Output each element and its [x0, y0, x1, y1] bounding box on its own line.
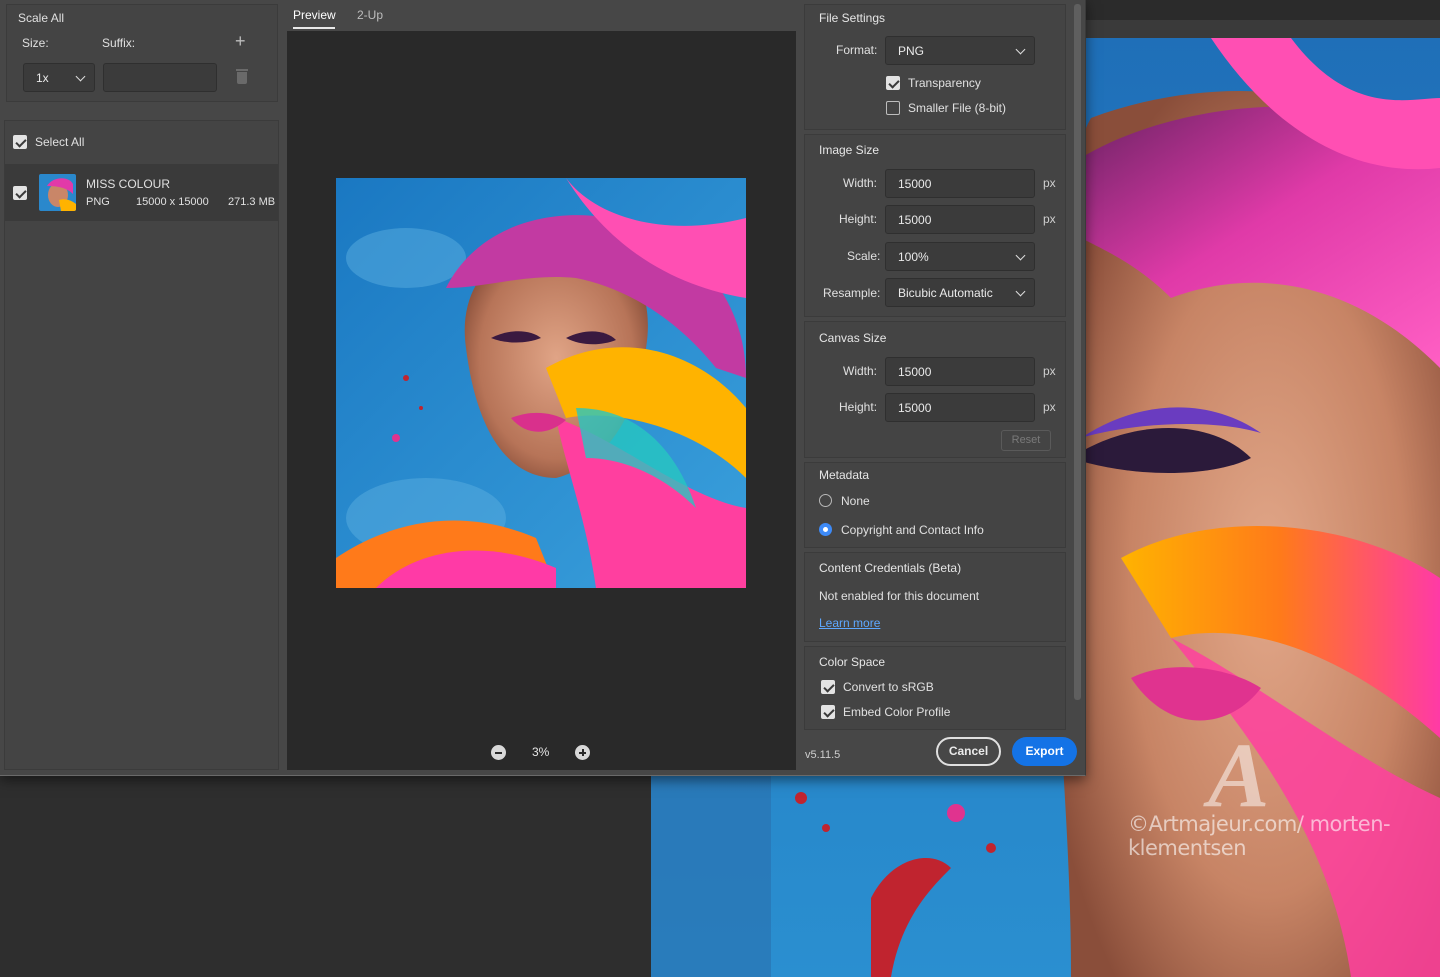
image-size-section: Image Size Width: 15000 px Height: 15000… [804, 134, 1066, 317]
metadata-copyright-radio[interactable] [819, 523, 832, 536]
resample-select-value: Bicubic Automatic [898, 286, 993, 300]
scale-panel: Scale All Size: Suffix: + 1x [6, 4, 278, 102]
transparency-label: Transparency [908, 76, 981, 90]
canvas-width-unit: px [1043, 364, 1056, 378]
scale-label: Scale: [847, 249, 881, 263]
chevron-down-icon [1015, 286, 1026, 297]
zoom-level: 3% [532, 745, 550, 759]
suffix-input[interactable] [103, 63, 217, 92]
format-select-value: PNG [898, 44, 925, 58]
format-select[interactable]: PNG [885, 36, 1035, 65]
metadata-none-label: None [841, 494, 870, 508]
zoom-out-icon[interactable] [491, 745, 506, 760]
cancel-button[interactable]: Cancel [936, 737, 1001, 766]
scale-select[interactable]: 100% [885, 242, 1035, 271]
image-height-input[interactable]: 15000 [885, 205, 1035, 234]
export-as-dialog: Scale All Size: Suffix: + 1x Select All [0, 0, 1086, 776]
resample-label: Resample: [823, 286, 881, 300]
canvas-size-section: Canvas Size Width: 15000 px Height: 1500… [804, 321, 1066, 458]
document-tab-bar [1086, 20, 1440, 38]
size-select[interactable]: 1x [23, 63, 95, 92]
content-credentials-title: Content Credentials (Beta) [819, 561, 962, 575]
learn-more-link[interactable]: Learn more [819, 616, 880, 630]
color-space-title: Color Space [819, 655, 886, 669]
transparency-checkbox[interactable] [886, 76, 900, 90]
canvas-height-label: Height: [839, 400, 878, 414]
suffix-label: Suffix: [102, 36, 136, 50]
embed-profile-label: Embed Color Profile [843, 705, 951, 719]
canvas-height-unit: px [1043, 400, 1056, 414]
scale-select-value: 100% [898, 250, 929, 264]
image-width-input[interactable]: 15000 [885, 169, 1035, 198]
image-width-unit: px [1043, 176, 1056, 190]
select-all-label: Select All [35, 135, 85, 149]
assets-panel: Select All MISS COLOUR PNG 15000 x 15000… [4, 120, 279, 770]
asset-dimensions: 15000 x 15000 [136, 196, 209, 208]
color-space-section: Color Space Convert to sRGB Embed Color … [804, 646, 1066, 730]
file-settings-section: File Settings Format: PNG Transparency S… [804, 4, 1066, 130]
file-settings-title: File Settings [819, 11, 886, 25]
size-select-value: 1x [36, 71, 49, 85]
canvas-width-label: Width: [843, 364, 878, 378]
image-height-label: Height: [839, 212, 878, 226]
add-scale-icon[interactable]: + [235, 32, 246, 50]
smaller-file-checkbox[interactable] [886, 101, 900, 115]
canvas-size-title: Canvas Size [819, 331, 887, 345]
zoom-in-icon[interactable] [575, 745, 590, 760]
content-credentials-section: Content Credentials (Beta) Not enabled f… [804, 552, 1066, 642]
version-label: v5.11.5 [805, 749, 841, 761]
canvas-width-input[interactable]: 15000 [885, 357, 1035, 386]
asset-checkbox[interactable] [13, 186, 27, 200]
metadata-title: Metadata [819, 468, 870, 482]
convert-srgb-checkbox[interactable] [821, 680, 835, 694]
tab-2up[interactable]: 2-Up [357, 8, 383, 22]
chevron-down-icon [1015, 44, 1026, 55]
image-size-title: Image Size [819, 143, 880, 157]
preview-area: 3% [287, 31, 796, 770]
metadata-none-radio[interactable] [819, 494, 832, 507]
tab-preview[interactable]: Preview [293, 8, 336, 22]
image-height-unit: px [1043, 212, 1056, 226]
content-credentials-status: Not enabled for this document [819, 589, 980, 603]
image-width-label: Width: [843, 176, 878, 190]
asset-filesize: 271.3 MB [228, 196, 276, 208]
app-top-bar [1086, 0, 1440, 20]
watermark-text: ©Artmajeur.com/ morten-klementsen [1128, 812, 1391, 860]
reset-button[interactable]: Reset [1001, 430, 1051, 451]
export-button[interactable]: Export [1012, 737, 1077, 766]
convert-srgb-label: Convert to sRGB [843, 680, 934, 694]
asset-row[interactable]: MISS COLOUR PNG 15000 x 15000 271.3 MB [5, 164, 278, 221]
format-label: Format: [836, 43, 878, 57]
asset-name: MISS COLOUR [86, 177, 171, 191]
tab-preview-indicator [293, 27, 335, 29]
resample-select[interactable]: Bicubic Automatic [885, 278, 1035, 307]
smaller-file-label: Smaller File (8-bit) [908, 101, 1007, 115]
asset-thumbnail [39, 174, 76, 211]
scale-all-label: Scale All [18, 11, 65, 25]
size-label: Size: [22, 36, 49, 50]
metadata-copyright-label: Copyright and Contact Info [841, 523, 984, 537]
chevron-down-icon [1015, 250, 1026, 261]
embed-profile-checkbox[interactable] [821, 705, 835, 719]
metadata-section: Metadata None Copyright and Contact Info [804, 462, 1066, 548]
preview-image [336, 178, 746, 588]
trash-icon[interactable] [236, 69, 248, 84]
select-all-checkbox[interactable] [13, 135, 27, 149]
settings-panel: File Settings Format: PNG Transparency S… [804, 4, 1066, 730]
chevron-down-icon [75, 71, 86, 82]
asset-format: PNG [86, 196, 110, 208]
settings-scrollbar[interactable] [1074, 4, 1081, 700]
canvas-height-input[interactable]: 15000 [885, 393, 1035, 422]
